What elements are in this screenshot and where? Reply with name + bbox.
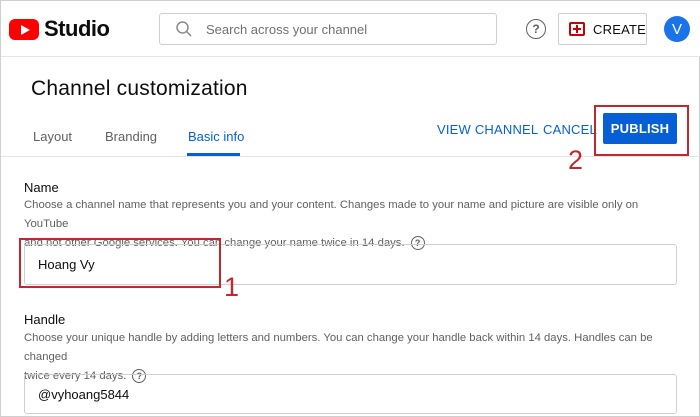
top-bar: Studio ? CREATE V xyxy=(1,1,700,57)
avatar[interactable]: V xyxy=(664,16,690,42)
search-input[interactable] xyxy=(206,21,486,37)
annotation-number-1: 1 xyxy=(224,272,240,302)
cancel-button[interactable]: CANCEL xyxy=(543,122,597,137)
handle-value: @vyhoang5844 xyxy=(38,386,130,402)
logo-text: Studio xyxy=(44,16,110,41)
search-icon xyxy=(174,19,194,39)
name-section-title: Name xyxy=(24,180,59,195)
name-description-line-1: Choose a channel name that represents yo… xyxy=(24,199,639,230)
create-button[interactable]: CREATE xyxy=(558,13,647,45)
header-divider xyxy=(1,156,700,157)
annotation-box-name xyxy=(19,238,221,288)
youtube-play-icon xyxy=(9,18,39,40)
help-icon[interactable]: ? xyxy=(526,19,546,39)
search-box[interactable] xyxy=(159,13,497,45)
studio-logo[interactable]: Studio xyxy=(9,16,110,41)
screenshot-frame: Studio ? CREATE V Channel customization … xyxy=(0,0,700,417)
handle-field[interactable]: @vyhoang5844 xyxy=(24,374,677,414)
create-video-icon xyxy=(569,22,586,36)
tab-branding[interactable]: Branding xyxy=(105,129,157,144)
annotation-box-publish xyxy=(594,105,689,156)
create-label: CREATE xyxy=(593,21,646,37)
handle-section-title: Handle xyxy=(24,312,66,327)
page-title: Channel customization xyxy=(31,77,248,100)
annotation-number-2: 2 xyxy=(568,145,584,175)
tab-basic-info[interactable]: Basic info xyxy=(188,129,244,144)
view-channel-button[interactable]: VIEW CHANNEL xyxy=(437,122,538,137)
tab-layout[interactable]: Layout xyxy=(33,129,72,144)
handle-description-line-1: Choose your unique handle by adding lett… xyxy=(24,332,653,363)
